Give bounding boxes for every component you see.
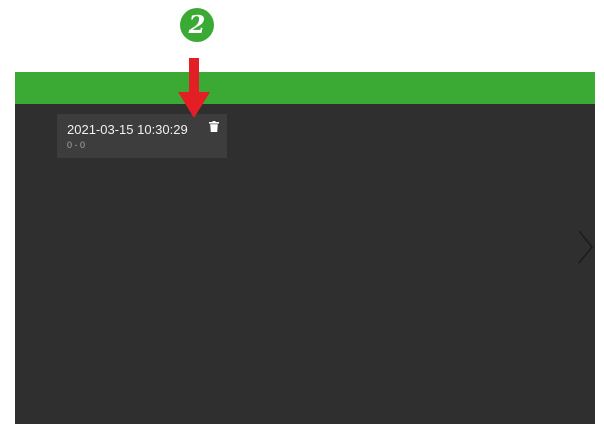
trash-icon[interactable] — [209, 121, 219, 132]
session-subtitle: 0 - 0 — [67, 140, 86, 150]
session-card[interactable]: 2021-03-15 10:30:29 0 - 0 — [57, 114, 227, 158]
chevron-right-icon[interactable] — [577, 230, 593, 264]
header-bar — [15, 72, 595, 104]
session-title: 2021-03-15 10:30:29 — [67, 122, 188, 137]
screenshot-stage: 2 2021-03-15 10:30:29 0 - 0 — [0, 0, 604, 424]
app-window: 2021-03-15 10:30:29 0 - 0 — [15, 72, 595, 424]
step-badge: 2 — [180, 8, 214, 42]
